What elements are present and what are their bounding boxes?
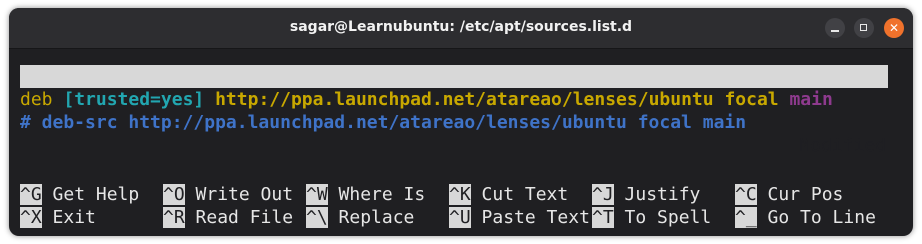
- shortcut-write-out[interactable]: ^O Write Out: [163, 183, 293, 206]
- shortcut-key: ^W: [306, 184, 328, 205]
- shortcut-label: Get Help: [52, 184, 140, 205]
- terminal-window: sagar@Learnubuntu: /etc/apt/sources.list…: [9, 8, 913, 236]
- shortcut-key: ^K: [449, 184, 471, 205]
- shortcut-key: ^O: [163, 184, 185, 205]
- shortcut-label: To Spell: [624, 207, 712, 228]
- shortcut-label: Paste Text: [481, 207, 590, 228]
- shortcut-to-spell[interactable]: ^T To Spell: [592, 206, 711, 229]
- shortcut-label: Replace: [338, 207, 415, 228]
- shortcut-go-to-line[interactable]: ^_ Go To Line: [735, 206, 876, 229]
- close-icon: ✕: [888, 21, 900, 35]
- shortcut-key: ^J: [592, 184, 614, 205]
- editor-line-2[interactable]: # deb-src http://ppa.launchpad.net/atare…: [20, 111, 746, 134]
- shortcut-key: ^U: [449, 207, 471, 228]
- shortcut-key: ^_: [735, 207, 757, 228]
- shortcut-label: Cur Pos: [767, 184, 844, 205]
- shortcut-label: Justify: [624, 184, 701, 205]
- maximize-icon: [860, 24, 867, 31]
- repo-distribution: focal: [724, 89, 779, 110]
- repo-url: http://ppa.launchpad.net/atareao/lenses/…: [215, 89, 714, 110]
- shortcut-key: ^T: [592, 207, 614, 228]
- terminal-area[interactable]: GNU nano 4.8 atareao-ubuntu-lenses-focal…: [9, 49, 913, 236]
- shortcut-key: ^X: [20, 207, 42, 228]
- shortcut-replace[interactable]: ^\ Replace: [306, 206, 414, 229]
- nano-status: Modified: [799, 135, 886, 156]
- shortcut-label: Exit: [52, 207, 96, 228]
- shortcut-key: ^C: [735, 184, 757, 205]
- shortcut-read-file[interactable]: ^R Read File: [163, 206, 293, 229]
- shortcut-justify[interactable]: ^J Justify: [592, 183, 700, 206]
- title-bar[interactable]: sagar@Learnubuntu: /etc/apt/sources.list…: [9, 8, 913, 49]
- shortcut-key: ^R: [163, 207, 185, 228]
- shortcut-exit[interactable]: ^X Exit: [20, 206, 96, 229]
- minimize-button[interactable]: [825, 18, 845, 38]
- shortcut-label: Write Out: [195, 184, 294, 205]
- shortcut-key: ^G: [20, 184, 42, 205]
- close-button[interactable]: ✕: [884, 18, 904, 38]
- nano-header-bar: GNU nano 4.8 atareao-ubuntu-lenses-focal…: [20, 65, 888, 156]
- maximize-button[interactable]: [854, 18, 874, 38]
- shortcut-label: Read File: [195, 207, 294, 228]
- minimize-icon: [831, 30, 839, 32]
- repo-options: [trusted=yes]: [63, 89, 205, 110]
- window-title: sagar@Learnubuntu: /etc/apt/sources.list…: [289, 19, 633, 35]
- shortcut-cut-text[interactable]: ^K Cut Text: [449, 183, 568, 206]
- repo-type: deb: [20, 89, 53, 110]
- shortcut-label: Where Is: [338, 184, 426, 205]
- shortcut-key: ^\: [306, 207, 328, 228]
- shortcut-label: Go To Line: [767, 207, 876, 228]
- repo-component: main: [789, 89, 833, 110]
- editor-line-1[interactable]: deb [trusted=yes] http://ppa.launchpad.n…: [20, 88, 833, 111]
- shortcut-where-is[interactable]: ^W Where Is: [306, 183, 425, 206]
- shortcut-get-help[interactable]: ^G Get Help: [20, 183, 139, 206]
- shortcut-cur-pos[interactable]: ^C Cur Pos: [735, 183, 843, 206]
- shortcut-paste-text[interactable]: ^U Paste Text: [449, 206, 590, 229]
- shortcut-label: Cut Text: [481, 184, 569, 205]
